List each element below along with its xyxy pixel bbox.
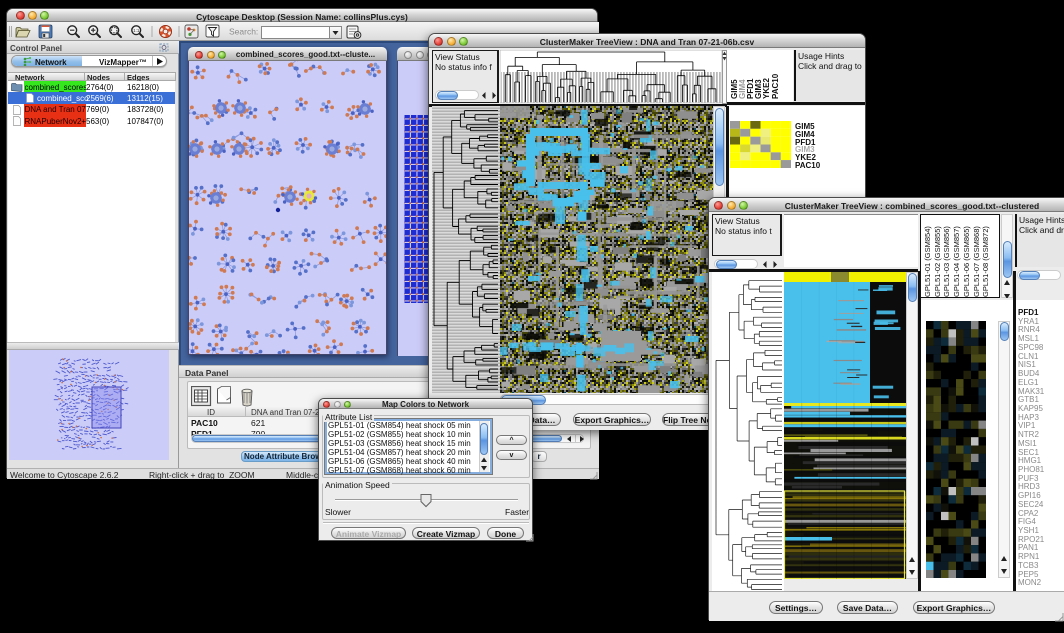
svg-text:1:1: 1:1 bbox=[133, 28, 140, 33]
svg-text:Search:: Search: bbox=[229, 27, 258, 37]
